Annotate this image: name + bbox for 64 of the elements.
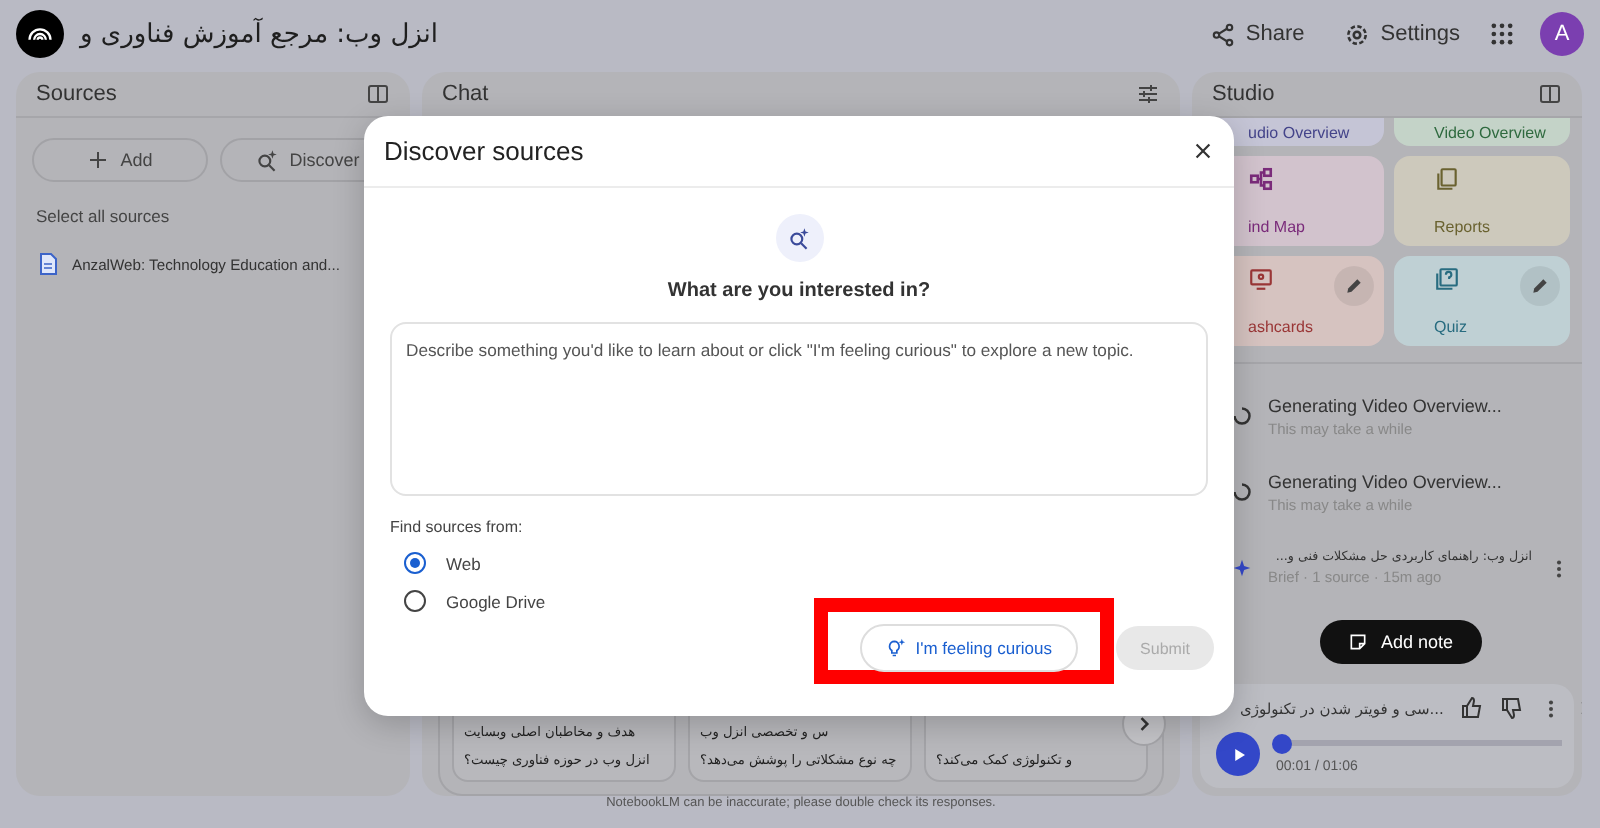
spinner-icon [1232,406,1252,426]
studio-tile[interactable]: Video Overview [1394,118,1570,146]
grid-icon [1488,20,1516,48]
radio-button[interactable] [404,590,426,612]
play-button[interactable] [1216,732,1260,776]
pencil-icon [1530,276,1550,296]
sparkle-bulb-icon [885,638,906,658]
radio-label[interactable]: Web [446,553,481,573]
topic-input-field[interactable]: Describe something you'd like to learn about or click "I'm feeling curious" to explore a new topic. [390,322,1208,496]
apps-button[interactable] [1488,20,1516,48]
panel-title: Studio [1212,82,1275,106]
spinner-icon [1232,482,1252,502]
panel-title: Chat [442,82,489,106]
plus-icon [86,148,111,172]
tile-label: ind Map [1248,218,1307,236]
search-sparkle-glyph-icon [786,225,812,251]
tile-label: Reports [1434,218,1493,236]
thumbs-up-button[interactable] [1459,696,1484,720]
search-sparkle-icon [253,147,280,173]
cards-icon [1248,266,1274,292]
logo-icon[interactable] [16,10,64,58]
settings-button[interactable]: Settings [1332,21,1472,47]
share-button[interactable]: Share [1197,21,1317,47]
note-icon [1348,632,1369,652]
studio-tile[interactable]: Quiz [1394,256,1570,346]
tile-label: udio Overview [1248,123,1352,141]
settings-icon [1344,21,1371,47]
item-title[interactable]: Generating Video Overview... [1268,471,1570,491]
notebook-title: انزل وب: مرجع آموزش فناوری و [80,19,439,49]
tile-label: Quiz [1434,318,1469,336]
branches-icon [1248,166,1274,192]
add-button[interactable]: Add [32,138,207,182]
panel-toggle-button[interactable] [1538,82,1562,106]
select-all-label: Select all sources [34,204,172,226]
panel-toggle-button[interactable] [366,82,390,106]
edit-button[interactable] [1520,266,1560,306]
thumbs-down-icon [1499,696,1524,720]
sidebar-icon [366,82,390,106]
sliders-icon [1136,82,1160,106]
sparkle-icon [1232,558,1252,578]
share-icon [1209,21,1236,47]
studio-tile[interactable]: Reports [1394,156,1570,246]
edit-button[interactable] [1334,266,1374,306]
add-note-button[interactable]: Add note [1320,620,1482,664]
radio-button[interactable] [404,552,426,574]
progress-thumb[interactable] [1271,734,1292,754]
document-stack-icon [1434,166,1460,192]
play-icon [1229,745,1247,763]
find-sources-label: Find sources from: [390,518,525,536]
tune-button[interactable] [1136,82,1160,106]
avatar[interactable]: A [1540,12,1584,56]
thumbs-down-button[interactable] [1499,696,1524,720]
tile-label: ashcards [1248,318,1315,336]
document-icon [36,252,60,276]
panel-title: Sources [36,82,117,106]
item-title[interactable]: Generating Video Overview... [1268,395,1570,415]
radio-label[interactable]: Google Drive [446,591,546,611]
pencil-icon [1344,276,1364,296]
dialog-heading: What are you interested in? [667,280,931,302]
question-card-icon [1434,266,1460,292]
tile-label: Video Overview [1434,123,1548,141]
thumbs-up-icon [1459,696,1484,720]
feeling-curious-button[interactable]: I'm feeling curious [859,624,1078,672]
sidebar-icon [1538,82,1562,106]
